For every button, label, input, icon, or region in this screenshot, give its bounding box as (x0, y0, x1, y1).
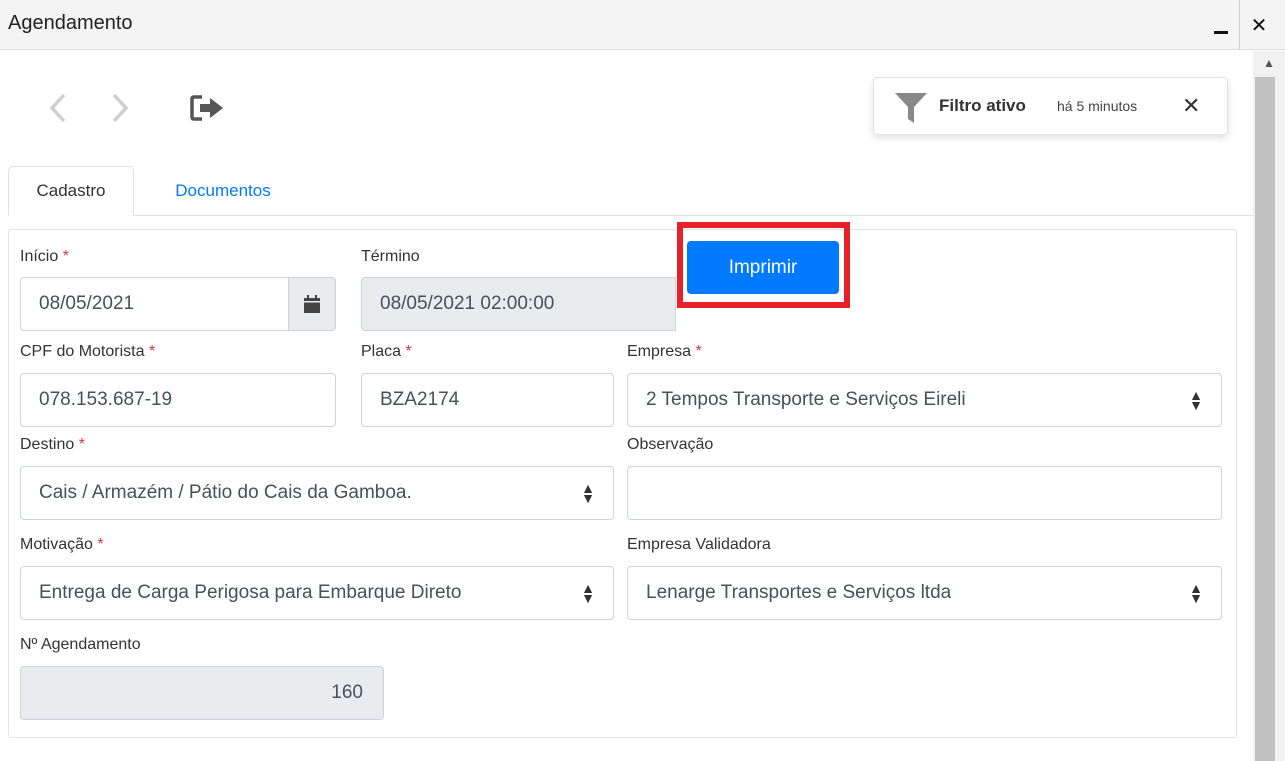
empresa-validadora-select[interactable]: Lenarge Transportes e Serviços ltda ▲ ▼ (627, 566, 1222, 620)
calendar-button[interactable] (288, 277, 336, 331)
required-mark: * (62, 248, 69, 265)
previous-button[interactable] (38, 88, 78, 128)
numero-agendamento-field: 160 (20, 666, 384, 720)
numero-agendamento-value: 160 (331, 682, 363, 703)
scroll-thumb[interactable] (1255, 77, 1275, 761)
select-arrows-icon: ▲ ▼ (1189, 387, 1203, 413)
empresa-label-text: Empresa (627, 343, 692, 360)
calendar-icon (304, 295, 320, 313)
active-filter-card: Filtro ativo há 5 minutos ✕ (873, 77, 1228, 135)
required-mark: * (695, 343, 702, 360)
chevron-left-icon (49, 93, 66, 123)
tab-cadastro[interactable]: Cadastro (8, 166, 134, 216)
select-arrows-icon: ▲ ▼ (581, 480, 595, 506)
inicio-value: 08/05/2021 (39, 293, 135, 314)
sign-out-icon (190, 95, 223, 121)
numero-agendamento-label: Nº Agendamento (20, 636, 141, 653)
required-mark: * (148, 343, 156, 360)
minimize-button[interactable] (1204, 5, 1238, 45)
empresa-validadora-value: Lenarge Transportes e Serviços ltda (646, 582, 952, 603)
empresa-value: 2 Tempos Transporte e Serviços Eireli (646, 389, 966, 410)
next-button[interactable] (100, 88, 140, 128)
placa-value: BZA2174 (380, 389, 460, 410)
destino-value: Cais / Armazém / Pátio do Cais da Gamboa… (39, 482, 412, 503)
inicio-date-input[interactable]: 08/05/2021 (20, 277, 290, 331)
close-icon: ✕ (1250, 14, 1268, 37)
cpf-label-text: CPF do Motorista (20, 343, 145, 360)
exit-button[interactable] (188, 88, 228, 128)
close-window-button[interactable]: ✕ (1242, 5, 1276, 45)
minimize-icon (1214, 30, 1228, 34)
scroll-up-arrow-icon[interactable]: ▲ (1253, 53, 1285, 73)
vertical-scrollbar[interactable]: ▲ (1253, 51, 1285, 761)
cpf-input[interactable]: 078.153.687-19 (20, 373, 336, 427)
titlebar-divider (1239, 0, 1240, 50)
cpf-value: 078.153.687-19 (39, 389, 173, 410)
observacao-input[interactable] (627, 466, 1222, 520)
required-mark: * (405, 343, 412, 360)
chevron-right-icon (112, 93, 129, 123)
filter-icon (895, 93, 927, 123)
empresa-label: Empresa * (627, 343, 702, 361)
placa-input[interactable]: BZA2174 (361, 373, 614, 427)
destino-select[interactable]: Cais / Armazém / Pátio do Cais da Gamboa… (20, 466, 614, 520)
clear-filter-close-icon[interactable]: ✕ (1182, 93, 1200, 119)
print-button[interactable]: Imprimir (687, 241, 839, 294)
placa-label: Placa * (361, 343, 412, 361)
motivacao-select[interactable]: Entrega de Carga Perigosa para Embarque … (20, 566, 614, 620)
inicio-label: Início * (20, 248, 69, 266)
cpf-label: CPF do Motorista * (20, 343, 155, 361)
filter-time: há 5 minutos (1057, 98, 1138, 114)
destino-label-text: Destino (20, 436, 75, 453)
empresa-validadora-label: Empresa Validadora (627, 536, 771, 553)
termino-value: 08/05/2021 02:00:00 (380, 293, 555, 314)
inicio-label-text: Início (20, 248, 59, 265)
destino-label: Destino * (20, 436, 85, 454)
select-arrows-icon: ▲ ▼ (581, 580, 595, 606)
filter-label: Filtro ativo (939, 96, 1026, 115)
motivacao-label-text: Motivação (20, 536, 93, 553)
motivacao-label: Motivação * (20, 536, 104, 554)
window-titlebar: Agendamento ✕ (0, 0, 1285, 50)
observacao-label: Observação (627, 436, 714, 453)
required-mark: * (97, 536, 104, 553)
required-mark: * (78, 436, 85, 453)
motivacao-value: Entrega de Carga Perigosa para Embarque … (39, 582, 462, 603)
placa-label-text: Placa (361, 343, 402, 360)
tab-documentos[interactable]: Documentos (148, 166, 298, 216)
window-title: Agendamento (8, 12, 133, 34)
empresa-select[interactable]: 2 Tempos Transporte e Serviços Eireli ▲ ▼ (627, 373, 1222, 427)
select-arrows-icon: ▲ ▼ (1189, 580, 1203, 606)
termino-field: 08/05/2021 02:00:00 (361, 277, 676, 331)
termino-label: Término (361, 248, 420, 265)
